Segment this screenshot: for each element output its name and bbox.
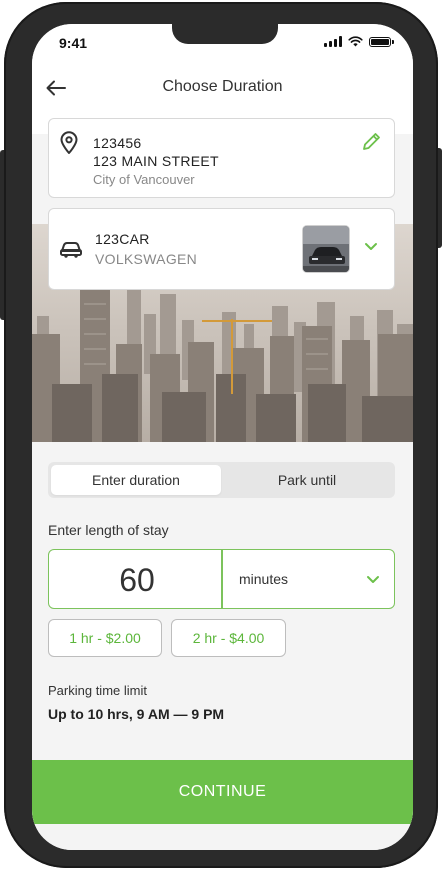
status-icons — [324, 36, 394, 47]
notch — [172, 24, 278, 44]
location-street: 123 MAIN STREET — [93, 153, 219, 169]
duration-unit-value: minutes — [239, 571, 289, 587]
location-code: 123456 — [93, 135, 142, 151]
battery-icon — [369, 36, 394, 47]
continue-button[interactable]: CONTINUE — [32, 760, 413, 824]
location-city: City of Vancouver — [93, 172, 195, 187]
status-time: 9:41 — [59, 35, 88, 51]
chevron-down-icon — [365, 243, 377, 250]
time-limit-value: Up to 10 hrs, 9 AM — 9 PM — [48, 706, 225, 722]
map-pin-icon — [59, 131, 79, 160]
duration-input-group: minutes — [48, 549, 395, 610]
preset-1hr-button[interactable]: 1 hr - $2.00 — [48, 619, 162, 657]
car-icon — [59, 239, 83, 264]
time-limit-label: Parking time limit — [48, 683, 147, 698]
location-card[interactable]: 123456 123 MAIN STREET City of Vancouver — [48, 118, 395, 198]
duration-panel: Enter duration Park until Enter length o… — [32, 442, 413, 850]
chevron-down-icon — [367, 576, 379, 583]
duration-value-input[interactable] — [49, 550, 225, 610]
edit-location-button[interactable] — [360, 131, 384, 155]
vehicle-plate: 123CAR — [95, 231, 150, 247]
duration-unit-select[interactable]: minutes — [223, 550, 394, 608]
vehicle-card[interactable]: 123CAR VOLKSWAGEN — [48, 208, 395, 290]
duration-mode-tabs: Enter duration Park until — [48, 462, 395, 498]
phone-frame: 9:41 Choose Duration 123456 123 MAIN STR… — [0, 0, 442, 871]
vehicle-make: VOLKSWAGEN — [95, 251, 198, 267]
signal-icon — [324, 36, 342, 47]
app-screen: 9:41 Choose Duration 123456 123 MAIN STR… — [32, 24, 413, 850]
pencil-icon — [363, 133, 380, 150]
tab-park-until[interactable]: Park until — [222, 465, 392, 495]
wifi-icon — [348, 36, 363, 47]
preset-2hr-button[interactable]: 2 hr - $4.00 — [171, 619, 286, 657]
vehicle-thumbnail — [302, 225, 350, 273]
page-title: Choose Duration — [162, 78, 283, 95]
tab-enter-duration[interactable]: Enter duration — [51, 465, 221, 495]
stay-length-label: Enter length of stay — [48, 522, 169, 538]
vehicle-dropdown-button[interactable] — [362, 237, 382, 257]
